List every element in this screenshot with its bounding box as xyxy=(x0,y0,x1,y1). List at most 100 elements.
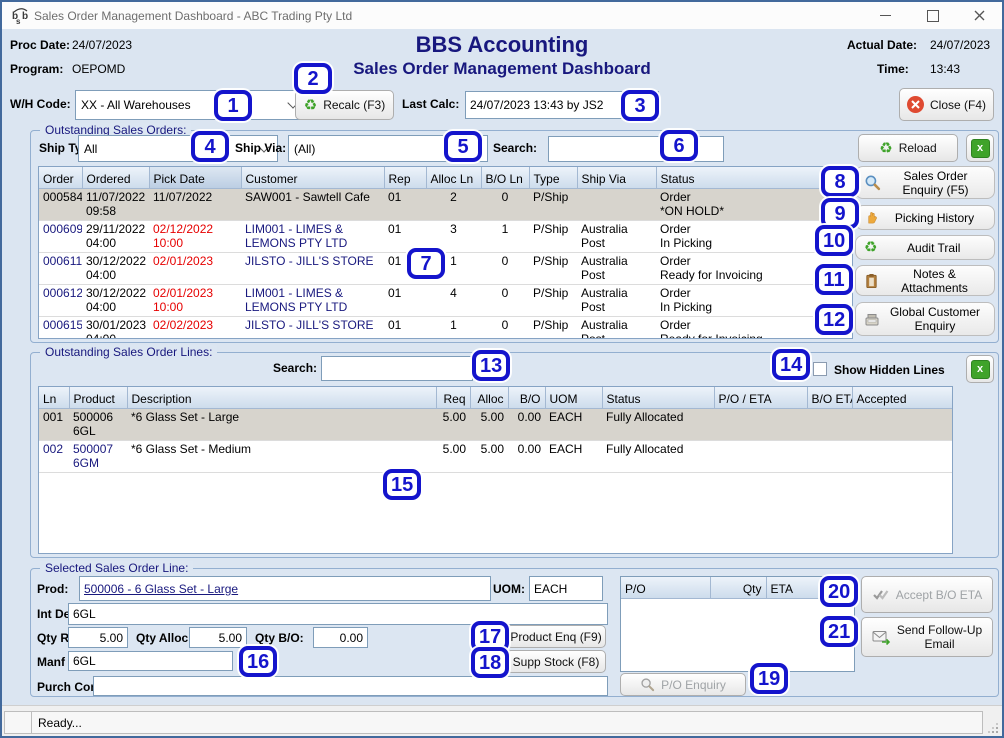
supp-stock-button[interactable]: Supp Stock (F8) xyxy=(506,650,606,673)
resize-grip[interactable] xyxy=(987,722,999,734)
orders-search-label: Search: xyxy=(493,141,537,155)
audit-trail-button[interactable]: ♻ Audit Trail xyxy=(855,235,995,260)
ship-type-value: All xyxy=(84,142,97,156)
orders-col-customer[interactable]: Customer xyxy=(241,167,384,189)
order-row[interactable]: 000612 30/12/2022 04:00 02/01/2023 10:00… xyxy=(39,285,852,317)
po-col-qty[interactable]: Qty xyxy=(710,577,766,599)
callout-11: 11 xyxy=(815,264,853,295)
lines-col-po-eta[interactable]: P/O / ETA xyxy=(714,387,807,409)
notes-attachments-button[interactable]: Notes & Attachments xyxy=(855,265,995,296)
lines-col-product[interactable]: Product xyxy=(69,387,127,409)
prod-link[interactable]: 500006 - 6 Glass Set - Large xyxy=(84,582,238,596)
excel-export-icon: x xyxy=(971,360,990,379)
actual-date-label: Actual Date: xyxy=(847,38,917,52)
time-label: Time: xyxy=(877,62,909,76)
orders-col-bo-ln[interactable]: B/O Ln xyxy=(481,167,529,189)
lines-col-description[interactable]: Description xyxy=(127,387,436,409)
callout-15: 15 xyxy=(383,469,421,500)
order-row[interactable]: 000611 30/12/2022 04:00 02/01/2023 JILST… xyxy=(39,253,852,285)
callout-14: 14 xyxy=(772,349,810,380)
orders-col-order[interactable]: Order xyxy=(39,167,82,189)
orders-col-rep[interactable]: Rep xyxy=(384,167,426,189)
lines-col-ln[interactable]: Ln xyxy=(39,387,69,409)
callout-4: 4 xyxy=(191,131,229,162)
lines-excel-export-button[interactable]: x xyxy=(966,355,994,383)
app-logo-icon: bbs xyxy=(11,6,31,24)
selected-line-legend: Selected Sales Order Line: xyxy=(40,561,193,575)
ship-via-label: Ship Via: xyxy=(235,141,286,155)
callout-10: 10 xyxy=(815,225,853,256)
line-row[interactable]: 002 500007 6GM *6 Glass Set - Medium 5.0… xyxy=(39,441,952,473)
app-window: bbs Sales Order Management Dashboard - A… xyxy=(0,0,1004,738)
minimize-button[interactable] xyxy=(870,5,900,26)
orders-col-type[interactable]: Type xyxy=(529,167,577,189)
callout-2: 2 xyxy=(294,63,332,94)
recycle-icon: ♻ xyxy=(864,240,877,255)
callout-6: 6 xyxy=(660,130,698,161)
lines-search-input[interactable] xyxy=(321,356,473,381)
lines-col-req[interactable]: Req xyxy=(436,387,470,409)
line-row[interactable]: 001 500006 6GL *6 Glass Set - Large 5.00… xyxy=(39,409,952,441)
clipboard-icon xyxy=(864,273,879,289)
orders-col-pick-date[interactable]: Pick Date xyxy=(149,167,241,189)
cash-register-icon xyxy=(864,312,880,327)
callout-3: 3 xyxy=(621,90,659,121)
lines-col-bo-eta[interactable]: B/O ETA xyxy=(807,387,852,409)
reload-button[interactable]: ♻ Reload xyxy=(858,134,958,162)
order-row[interactable]: 000615 30/01/2023 04:00 02/02/2023 JILST… xyxy=(39,317,852,340)
po-enquiry-button[interactable]: P/O Enquiry xyxy=(620,673,746,696)
lines-header-row: Ln Product Description Req Alloc B/O UOM… xyxy=(39,387,952,409)
magnifier-icon xyxy=(864,174,881,191)
last-calc-label: Last Calc: xyxy=(402,97,459,111)
accept-bo-eta-button[interactable]: Accept B/O ETA xyxy=(861,576,993,613)
int-desc-field: 6GL xyxy=(68,603,608,625)
manf-code-field: 6GL xyxy=(68,651,233,671)
outstanding-lines-legend: Outstanding Sales Order Lines: xyxy=(40,345,217,359)
lines-col-alloc[interactable]: Alloc xyxy=(470,387,508,409)
orders-col-alloc-ln[interactable]: Alloc Ln xyxy=(426,167,481,189)
lines-col-accepted[interactable]: Accepted xyxy=(852,387,952,409)
orders-excel-export-button[interactable]: x xyxy=(966,134,994,162)
close-f4-button[interactable]: Close (F4) xyxy=(899,88,994,121)
recycle-icon: ♻ xyxy=(879,141,892,156)
send-followup-email-button[interactable]: Send Follow-Up Email xyxy=(861,617,993,657)
uom-label: UOM: xyxy=(493,582,525,596)
callout-12: 12 xyxy=(815,304,853,335)
global-customer-enquiry-button[interactable]: Global Customer Enquiry xyxy=(855,302,995,336)
order-row[interactable]: 000609 29/11/2022 04:00 02/12/2022 10:00… xyxy=(39,221,852,253)
prod-field: 500006 - 6 Glass Set - Large xyxy=(79,576,491,601)
window-title: Sales Order Management Dashboard - ABC T… xyxy=(34,9,352,23)
excel-export-icon: x xyxy=(971,139,990,158)
order-row[interactable]: 000584 11/07/2022 09:58 11/07/2022 SAW00… xyxy=(39,189,852,221)
minimize-icon xyxy=(880,15,891,16)
recycle-icon: ♻ xyxy=(304,98,317,113)
time-value: 13:43 xyxy=(930,62,960,76)
magnifier-gray-icon xyxy=(640,677,655,692)
recalc-button[interactable]: ♻ Recalc (F3) xyxy=(295,90,394,120)
callout-18: 18 xyxy=(471,647,509,678)
callout-7: 7 xyxy=(407,248,445,279)
product-enq-button[interactable]: Product Enq (F9) xyxy=(506,625,606,648)
wh-code-dropdown[interactable]: XX - All Warehouses xyxy=(75,90,307,120)
sales-order-enquiry-button[interactable]: Sales Order Enquiry (F5) xyxy=(855,166,995,199)
svg-text:b: b xyxy=(22,11,28,22)
picking-history-button[interactable]: Picking History xyxy=(855,205,995,230)
orders-col-ship-via[interactable]: Ship Via xyxy=(577,167,656,189)
callout-8: 8 xyxy=(821,166,859,197)
orders-col-ordered[interactable]: Ordered xyxy=(82,167,149,189)
svg-text:s: s xyxy=(16,17,21,25)
purch-comm-field xyxy=(93,676,608,696)
lines-col-uom[interactable]: UOM xyxy=(545,387,602,409)
double-check-icon xyxy=(872,589,890,601)
maximize-button[interactable] xyxy=(918,5,948,26)
wh-code-value: XX - All Warehouses xyxy=(81,98,191,112)
lines-col-bo[interactable]: B/O xyxy=(508,387,545,409)
title-bar: bbs Sales Order Management Dashboard - A… xyxy=(2,2,1002,29)
show-hidden-lines-checkbox[interactable] xyxy=(813,362,827,376)
qty-alloc-label: Qty Alloc: xyxy=(136,631,192,645)
qty-reqd-field: 5.00 xyxy=(68,627,128,648)
callout-5: 5 xyxy=(444,131,482,162)
po-col-po[interactable]: P/O xyxy=(621,577,710,599)
lines-col-status[interactable]: Status xyxy=(602,387,714,409)
close-window-button[interactable] xyxy=(964,5,994,26)
